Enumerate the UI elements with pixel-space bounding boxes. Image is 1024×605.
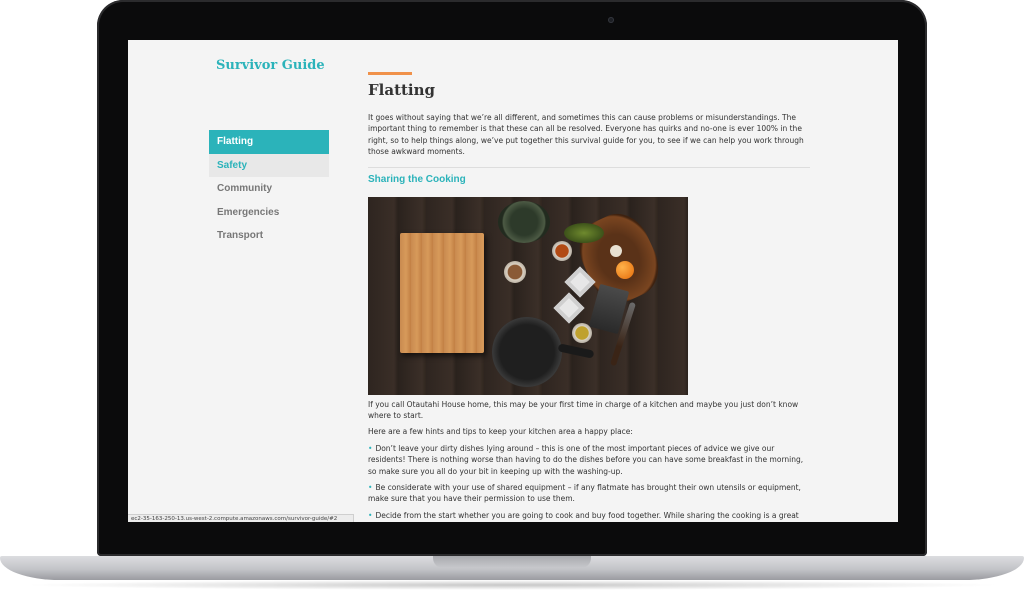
sidebar-nav: Flatting Safety Community Emergencies Tr…	[209, 130, 329, 248]
intro-paragraph: It goes without saying that we’re all di…	[368, 113, 804, 157]
section-heading: Sharing the Cooking	[368, 173, 466, 185]
bullet-icon: •	[368, 443, 373, 453]
nav-item-safety[interactable]: Safety	[209, 153, 329, 177]
camera-icon	[608, 17, 614, 23]
nav-item-flatting[interactable]: Flatting	[209, 130, 329, 154]
nav-item-emergencies[interactable]: Emergencies	[209, 201, 329, 225]
browser-viewport: Survivor Guide Flatting Safety Community…	[128, 40, 898, 522]
bullet-icon: •	[368, 510, 373, 520]
herbs	[564, 222, 604, 243]
paragraph: Here are a few hints and tips to keep yo…	[368, 427, 633, 437]
status-bar-url: ec2-35-163-250-13.us-west-2.compute.amaz…	[128, 514, 354, 522]
list-item-text: Decide from the start whether you are go…	[375, 510, 799, 520]
cast-iron-pan	[492, 316, 562, 387]
paragraph: If you call Otautahi House home, this ma…	[368, 399, 799, 421]
spice-bowl	[504, 260, 526, 283]
list-item: • Be considerate with your use of shared …	[368, 482, 810, 505]
list-item: • Don’t leave your dirty dishes lying aro…	[368, 443, 810, 477]
laptop-notch	[433, 556, 591, 568]
cutting-board	[400, 232, 484, 353]
section-divider	[368, 166, 810, 168]
spice-bowl	[552, 240, 572, 261]
nav-item-community[interactable]: Community	[209, 177, 329, 201]
list-item: • Decide from the start whether you are g…	[368, 510, 810, 522]
orange	[616, 260, 634, 279]
mortar-and-pestle	[498, 200, 550, 243]
list-item-text: Don’t leave your dirty dishes lying arou…	[368, 443, 804, 476]
main-content: Flatting It goes without saying that we’…	[368, 72, 810, 522]
laptop-shadow	[20, 580, 1004, 590]
bullet-icon: •	[368, 483, 373, 493]
list-item-text: Be considerate with your use of shared e…	[368, 483, 801, 504]
pan-handle	[557, 342, 595, 359]
kitchen-photo	[368, 196, 688, 395]
page-title: Flatting	[368, 81, 436, 99]
site-title[interactable]: Survivor Guide	[216, 58, 325, 73]
nav-item-transport[interactable]: Transport	[209, 224, 329, 248]
title-accent-bar	[368, 72, 412, 75]
garlic	[610, 244, 622, 257]
